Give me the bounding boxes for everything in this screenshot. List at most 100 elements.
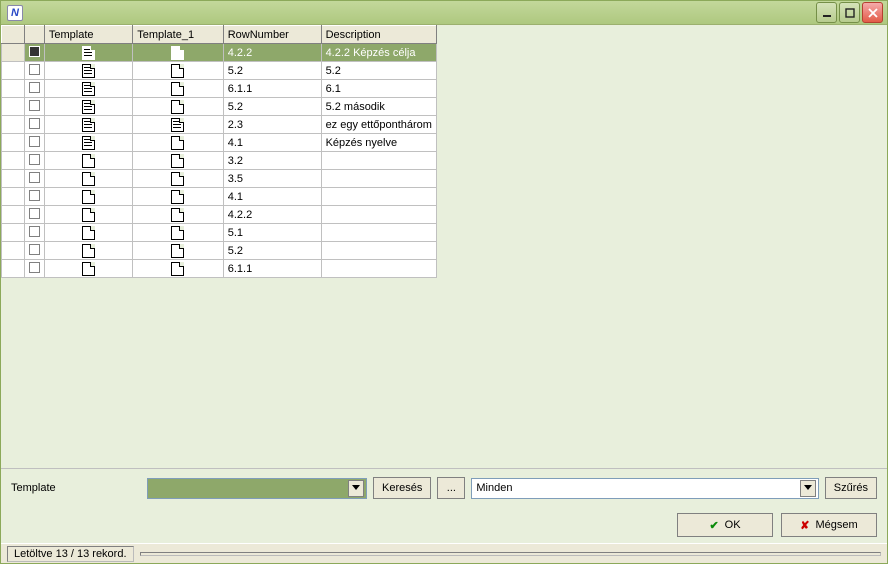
- rownumber-cell[interactable]: 4.2.2: [223, 206, 321, 224]
- template1-cell[interactable]: [133, 188, 224, 206]
- template1-cell[interactable]: [133, 98, 224, 116]
- rownumber-cell[interactable]: 5.2: [223, 242, 321, 260]
- description-cell[interactable]: [321, 224, 436, 242]
- description-cell[interactable]: [321, 242, 436, 260]
- template1-cell[interactable]: [133, 224, 224, 242]
- row-checkbox[interactable]: [24, 188, 44, 206]
- template-cell[interactable]: [44, 134, 132, 152]
- rownumber-cell[interactable]: 6.1.1: [223, 80, 321, 98]
- rownumber-cell[interactable]: 3.5: [223, 170, 321, 188]
- table-row[interactable]: 3.2: [2, 152, 437, 170]
- cancel-button[interactable]: ✘ Mégsem: [781, 513, 877, 537]
- template-cell[interactable]: [44, 224, 132, 242]
- rownumber-cell[interactable]: 3.2: [223, 152, 321, 170]
- template-header[interactable]: Template: [44, 26, 132, 44]
- row-indicator[interactable]: [2, 80, 25, 98]
- rownumber-cell[interactable]: 4.1: [223, 188, 321, 206]
- row-checkbox[interactable]: [24, 152, 44, 170]
- row-indicator[interactable]: [2, 260, 25, 278]
- browse-button[interactable]: ...: [437, 477, 465, 499]
- row-checkbox[interactable]: [24, 62, 44, 80]
- search-button[interactable]: Keresés: [373, 477, 431, 499]
- template-cell[interactable]: [44, 98, 132, 116]
- row-checkbox[interactable]: [24, 44, 44, 62]
- template-cell[interactable]: [44, 116, 132, 134]
- row-checkbox[interactable]: [24, 134, 44, 152]
- rownumber-cell[interactable]: 2.3: [223, 116, 321, 134]
- row-indicator[interactable]: [2, 98, 25, 116]
- table-row[interactable]: 2.3ez egy ettőponthárom: [2, 116, 437, 134]
- row-indicator[interactable]: [2, 170, 25, 188]
- row-checkbox[interactable]: [24, 242, 44, 260]
- minimize-button[interactable]: [816, 2, 837, 23]
- template-cell[interactable]: [44, 242, 132, 260]
- template-cell[interactable]: [44, 206, 132, 224]
- template1-cell[interactable]: [133, 152, 224, 170]
- template-dropdown[interactable]: [147, 478, 367, 499]
- row-checkbox[interactable]: [24, 98, 44, 116]
- template1-cell[interactable]: [133, 206, 224, 224]
- row-indicator-header[interactable]: [2, 26, 25, 44]
- description-cell[interactable]: [321, 206, 436, 224]
- template1-cell[interactable]: [133, 260, 224, 278]
- template1-cell[interactable]: [133, 170, 224, 188]
- description-cell[interactable]: [321, 260, 436, 278]
- row-indicator[interactable]: [2, 206, 25, 224]
- template1-header[interactable]: Template_1: [133, 26, 224, 44]
- template-cell[interactable]: [44, 44, 132, 62]
- table-row[interactable]: 5.25.2 második: [2, 98, 437, 116]
- rownumber-header[interactable]: RowNumber: [223, 26, 321, 44]
- filter-button[interactable]: Szűrés: [825, 477, 877, 499]
- table-row[interactable]: 5.25.2: [2, 62, 437, 80]
- row-checkbox[interactable]: [24, 80, 44, 98]
- row-indicator[interactable]: [2, 62, 25, 80]
- row-indicator[interactable]: [2, 134, 25, 152]
- template-cell[interactable]: [44, 152, 132, 170]
- template-cell[interactable]: [44, 170, 132, 188]
- row-indicator[interactable]: [2, 224, 25, 242]
- rownumber-cell[interactable]: 5.2: [223, 62, 321, 80]
- description-cell[interactable]: [321, 152, 436, 170]
- template-cell[interactable]: [44, 62, 132, 80]
- filter-dropdown[interactable]: Minden: [471, 478, 818, 499]
- template1-cell[interactable]: [133, 80, 224, 98]
- row-checkbox[interactable]: [24, 260, 44, 278]
- table-row[interactable]: 6.1.16.1: [2, 80, 437, 98]
- table-row[interactable]: 4.2.24.2.2 Képzés célja: [2, 44, 437, 62]
- template1-cell[interactable]: [133, 116, 224, 134]
- description-cell[interactable]: 5.2: [321, 62, 436, 80]
- titlebar[interactable]: N: [1, 1, 887, 25]
- description-cell[interactable]: Képzés nyelve: [321, 134, 436, 152]
- row-indicator[interactable]: [2, 188, 25, 206]
- template-cell[interactable]: [44, 260, 132, 278]
- row-checkbox[interactable]: [24, 224, 44, 242]
- rownumber-cell[interactable]: 4.2.2: [223, 44, 321, 62]
- table-row[interactable]: 5.2: [2, 242, 437, 260]
- description-cell[interactable]: ez egy ettőponthárom: [321, 116, 436, 134]
- table-row[interactable]: 4.2.2: [2, 206, 437, 224]
- ok-button[interactable]: ✔ OK: [677, 513, 773, 537]
- template1-cell[interactable]: [133, 44, 224, 62]
- table-row[interactable]: 4.1: [2, 188, 437, 206]
- row-indicator[interactable]: [2, 152, 25, 170]
- template-cell[interactable]: [44, 80, 132, 98]
- data-grid[interactable]: Template Template_1 RowNumber Descriptio…: [1, 25, 437, 278]
- close-button[interactable]: [862, 2, 883, 23]
- row-checkbox[interactable]: [24, 170, 44, 188]
- row-checkbox[interactable]: [24, 206, 44, 224]
- row-indicator[interactable]: [2, 116, 25, 134]
- template-cell[interactable]: [44, 188, 132, 206]
- template1-cell[interactable]: [133, 134, 224, 152]
- checkbox-header[interactable]: [24, 26, 44, 44]
- row-checkbox[interactable]: [24, 116, 44, 134]
- template1-cell[interactable]: [133, 62, 224, 80]
- table-row[interactable]: 3.5: [2, 170, 437, 188]
- description-cell[interactable]: 6.1: [321, 80, 436, 98]
- table-row[interactable]: 5.1: [2, 224, 437, 242]
- rownumber-cell[interactable]: 6.1.1: [223, 260, 321, 278]
- description-header[interactable]: Description: [321, 26, 436, 44]
- row-indicator[interactable]: [2, 242, 25, 260]
- description-cell[interactable]: [321, 188, 436, 206]
- table-row[interactable]: 6.1.1: [2, 260, 437, 278]
- rownumber-cell[interactable]: 5.1: [223, 224, 321, 242]
